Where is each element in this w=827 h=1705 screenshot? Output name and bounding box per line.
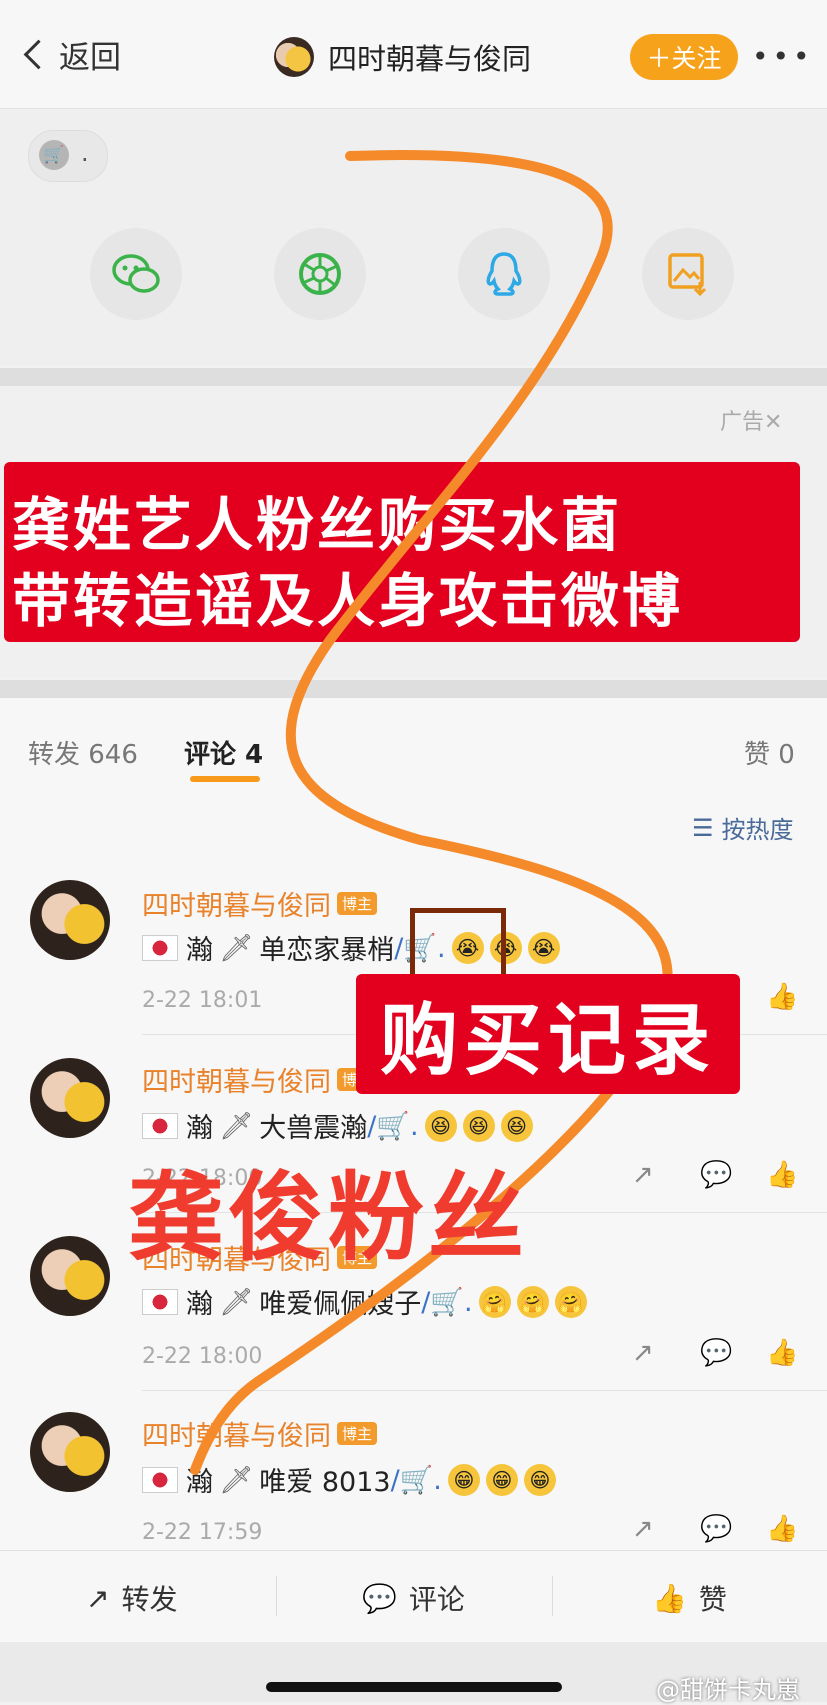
annotation-curve [190,150,673,1475]
fan-label: 龚俊粉丝 [128,1162,528,1274]
highlight-box [410,908,506,980]
purchase-record-label: 购买记录 [356,974,740,1094]
